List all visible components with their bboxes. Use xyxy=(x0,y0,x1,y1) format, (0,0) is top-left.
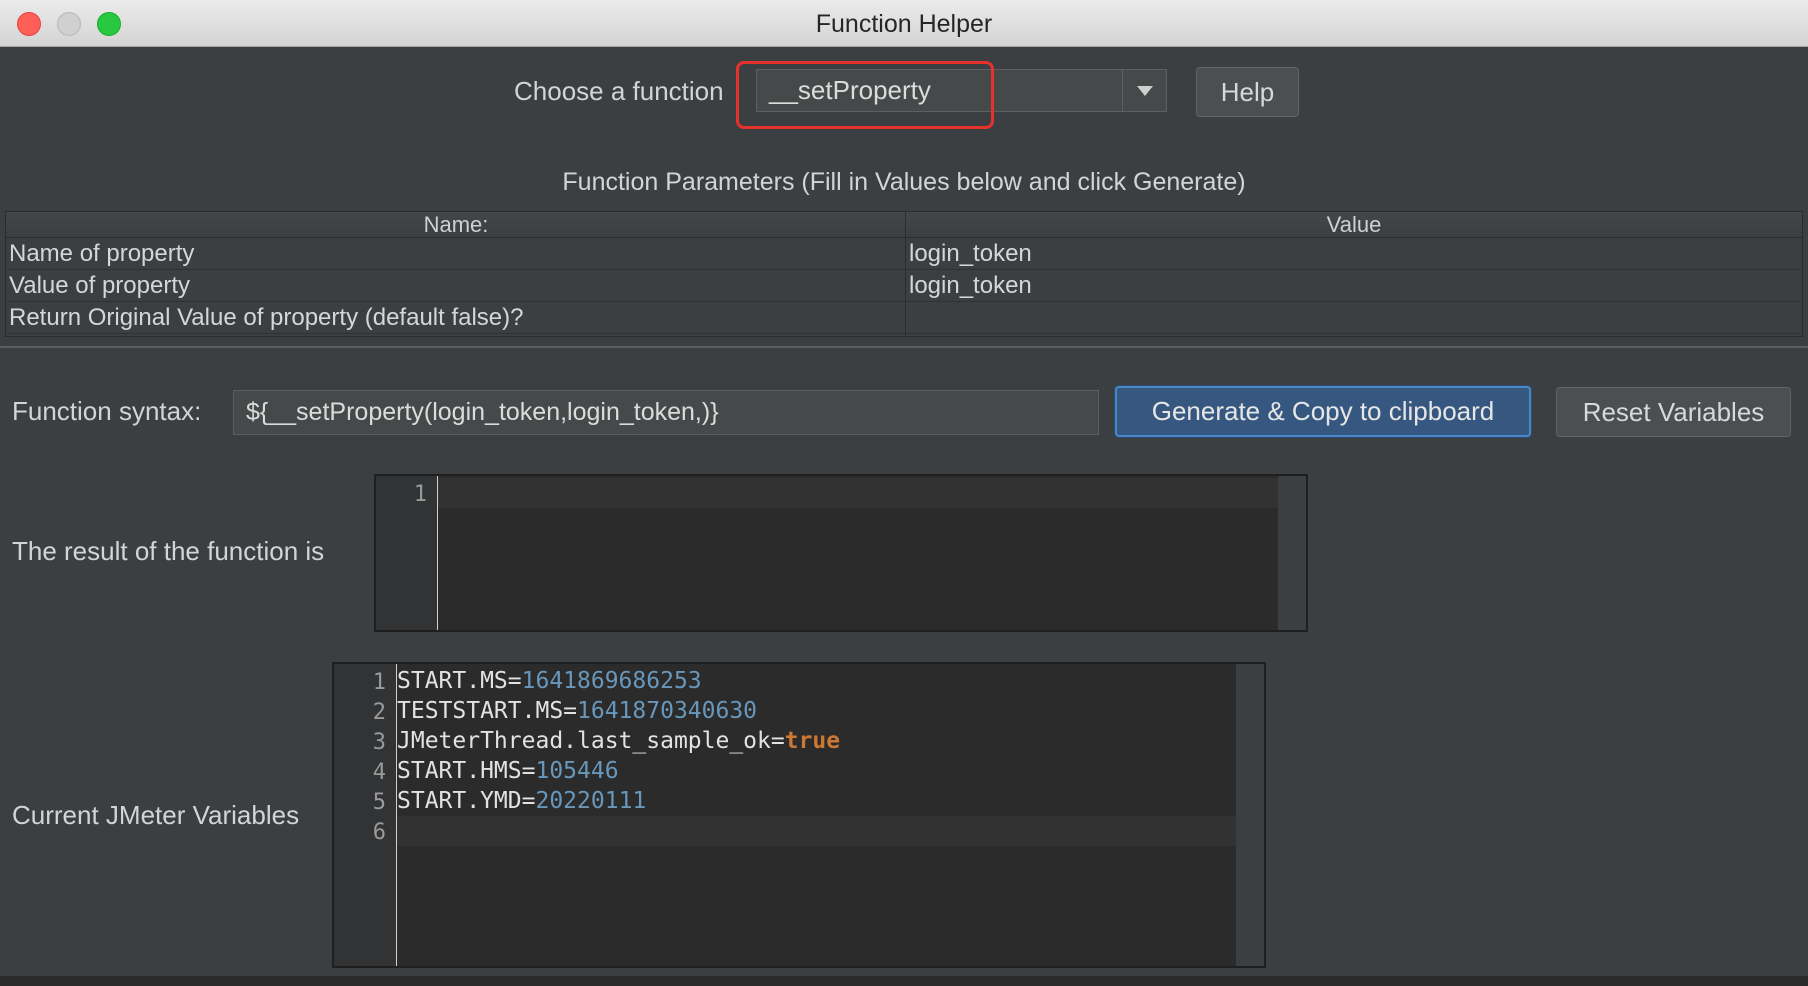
function-helper-window: Function Helper Choose a function __setP… xyxy=(0,0,1808,986)
variable-key: START.YMD= xyxy=(397,788,536,814)
variable-value: 20220111 xyxy=(535,788,647,814)
table-row-name[interactable]: Value of property xyxy=(6,270,905,302)
vertical-scrollbar[interactable] xyxy=(1236,664,1264,966)
result-editor[interactable]: 1 xyxy=(374,474,1308,632)
vertical-scrollbar[interactable] xyxy=(1278,476,1306,630)
variable-line: START.YMD=20220111 xyxy=(397,788,646,814)
table-row-value[interactable]: login_token xyxy=(906,238,1802,270)
line-number: 4 xyxy=(372,760,386,785)
window-title: Function Helper xyxy=(815,10,993,38)
column-header-value[interactable]: Value xyxy=(906,212,1802,238)
column-divider xyxy=(905,212,906,336)
table-row-value[interactable] xyxy=(906,302,1802,334)
choose-function-label: Choose a function xyxy=(514,76,724,106)
reset-variables-button[interactable]: Reset Variables xyxy=(1556,387,1791,437)
table-row-name[interactable]: Return Original Value of property (defau… xyxy=(6,302,905,334)
variable-line: START.HMS=105446 xyxy=(397,758,619,784)
variable-key: START.HMS= xyxy=(397,758,536,784)
line-number-gutter: 1 xyxy=(376,476,438,630)
variable-line: TESTSTART.MS=1641870340630 xyxy=(397,698,757,724)
variable-key: TESTSTART.MS= xyxy=(397,698,578,724)
column-header-name[interactable]: Name: xyxy=(6,212,906,238)
table-row-value[interactable]: login_token xyxy=(906,270,1802,302)
variable-value: 1641869686253 xyxy=(521,668,702,694)
variable-value: 105446 xyxy=(535,758,619,784)
line-number: 6 xyxy=(372,820,386,845)
parameters-heading: Function Parameters (Fill in Values belo… xyxy=(562,168,1246,196)
current-line-highlight xyxy=(397,816,1237,846)
variable-line: START.MS=1641869686253 xyxy=(397,668,702,694)
variable-key: JMeterThread.last_sample_ok= xyxy=(397,728,785,754)
line-number: 3 xyxy=(372,730,386,755)
variable-line: JMeterThread.last_sample_ok=true xyxy=(397,728,840,754)
result-label: The result of the function is xyxy=(12,536,325,566)
line-number-gutter: 1 2 3 4 5 6 xyxy=(334,664,397,966)
title-bar: Function Helper xyxy=(0,0,1808,47)
parameters-table: Name: Value Name of property login_token… xyxy=(5,211,1803,337)
line-number: 1 xyxy=(413,482,427,507)
function-syntax-label: Function syntax: xyxy=(12,396,202,426)
table-row-name[interactable]: Name of property xyxy=(6,238,905,270)
highlight-annotation xyxy=(736,61,994,129)
current-line-highlight xyxy=(438,478,1278,508)
variables-label: Current JMeter Variables xyxy=(12,800,300,830)
section-divider xyxy=(0,346,1808,348)
variable-value: true xyxy=(784,728,841,754)
function-syntax-field[interactable]: ${__setProperty(login_token,login_token,… xyxy=(233,390,1099,435)
variable-key: START.MS= xyxy=(397,668,522,694)
variable-value: 1641870340630 xyxy=(577,698,758,724)
variables-editor[interactable]: 1 2 3 4 5 6 START.MS=1641869686253 TESTS… xyxy=(332,662,1266,968)
chevron-down-icon[interactable] xyxy=(1122,70,1166,111)
bottom-strip xyxy=(0,976,1808,986)
generate-copy-button[interactable]: Generate & Copy to clipboard xyxy=(1115,386,1531,437)
line-number: 1 xyxy=(372,670,386,695)
line-number: 2 xyxy=(372,700,386,725)
help-button[interactable]: Help xyxy=(1196,67,1299,117)
line-number: 5 xyxy=(372,790,386,815)
